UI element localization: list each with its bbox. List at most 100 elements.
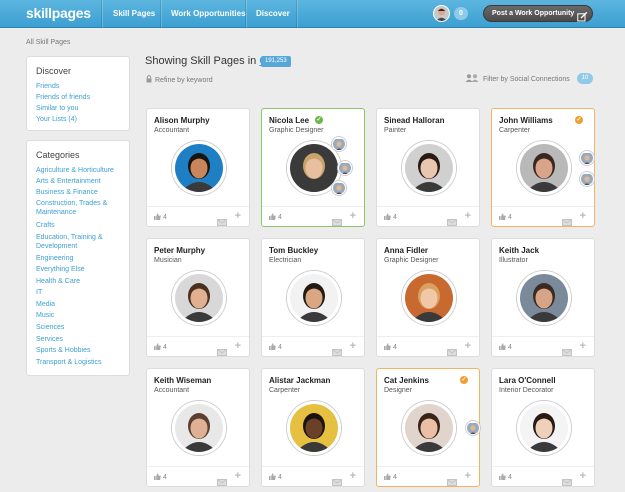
add-to-list-icon[interactable]: + [580,470,586,482]
message-envelope-icon[interactable] [217,213,227,231]
message-envelope-icon[interactable] [562,213,572,231]
profile-photo[interactable] [172,401,226,455]
category-link[interactable]: Health & Care [36,277,80,286]
category-link[interactable]: IT [36,288,42,297]
profile-photo[interactable] [287,401,341,455]
skillpages-logo[interactable]: skillpages [26,5,91,21]
category-link[interactable]: Media [36,300,55,309]
like-button[interactable]: 4 [499,473,512,482]
message-envelope-icon[interactable] [562,473,572,491]
like-button[interactable]: 4 [154,213,167,222]
card-name[interactable]: Keith Jack [499,246,539,255]
nav-discover[interactable]: Discover [256,9,290,18]
breadcrumb[interactable]: All Skill Pages [26,39,70,46]
profile-photo[interactable] [402,401,456,455]
category-link[interactable]: Education, Training & [36,233,103,242]
add-to-list-icon[interactable]: + [235,210,241,222]
category-link[interactable]: Everything Else [36,265,85,274]
like-button[interactable]: 4 [384,473,397,482]
message-envelope-icon[interactable] [447,213,457,231]
card-name[interactable]: John Williams [499,116,553,125]
card-name[interactable]: Alison Murphy [154,116,210,125]
profile-photo[interactable] [517,271,571,325]
notification-count-badge[interactable]: 0 [454,7,468,20]
like-button[interactable]: 4 [384,213,397,222]
category-link[interactable]: Transport & Logistics [36,358,102,367]
filter-social-connections[interactable]: Filter by Social Connections [465,74,570,84]
profile-photo[interactable] [287,271,341,325]
connection-avatar[interactable] [332,137,346,151]
add-to-list-icon[interactable]: + [580,340,586,352]
profile-photo[interactable] [517,141,571,195]
post-work-opportunity-button[interactable]: Post a Work Opportunity [483,5,593,22]
user-avatar[interactable] [433,5,450,22]
message-envelope-icon[interactable] [447,473,457,491]
nav-skill-pages[interactable]: Skill Pages [113,9,155,18]
message-envelope-icon[interactable] [217,473,227,491]
discover-link-similar[interactable]: Similar to you [36,104,78,113]
card-name[interactable]: Sinead Halloran [384,116,444,125]
add-to-list-icon[interactable]: + [465,340,471,352]
like-button[interactable]: 4 [154,343,167,352]
message-envelope-icon[interactable] [332,343,342,361]
category-link[interactable]: Development [36,242,77,251]
filter-count-badge[interactable]: 10 [577,73,593,84]
card-name[interactable]: Tom Buckley [269,246,318,255]
like-button[interactable]: 4 [269,473,282,482]
message-envelope-icon[interactable] [562,343,572,361]
card-name[interactable]: Peter Murphy [154,246,205,255]
message-envelope-icon[interactable] [447,343,457,361]
skill-page-card[interactable]: Anna Fidler Graphic Designer 4 + [376,238,480,357]
add-to-list-icon[interactable]: + [580,210,586,222]
discover-link-your-lists[interactable]: Your Lists (4) [36,115,77,124]
add-to-list-icon[interactable]: + [465,470,471,482]
nav-work-opportunities[interactable]: Work Opportunities [171,9,246,18]
profile-photo[interactable] [517,401,571,455]
category-link[interactable]: Services [36,335,63,344]
category-link[interactable]: Agriculture & Horticulture [36,166,114,175]
skill-page-card[interactable]: Keith Wiseman Accountant 4 + [146,368,250,487]
like-button[interactable]: 4 [499,343,512,352]
like-button[interactable]: 4 [269,213,282,222]
add-to-list-icon[interactable]: + [350,210,356,222]
skill-page-card[interactable]: Keith Jack Illustrator 4 + [491,238,595,357]
category-link[interactable]: Engineering [36,254,73,263]
like-button[interactable]: 4 [154,473,167,482]
skill-page-card[interactable]: Sinead Halloran Painter 4 + [376,108,480,227]
connection-avatar[interactable] [580,172,594,186]
skill-page-card[interactable]: Alistar Jackman Carpenter 4 + [261,368,365,487]
card-name[interactable]: Anna Fidler [384,246,428,255]
add-to-list-icon[interactable]: + [350,340,356,352]
category-link[interactable]: Arts & Entertainment [36,177,101,186]
message-envelope-icon[interactable] [217,343,227,361]
connection-avatar[interactable] [580,151,594,165]
add-to-list-icon[interactable]: + [235,470,241,482]
category-link[interactable]: Business & Finance [36,188,98,197]
connection-avatar[interactable] [338,161,352,175]
refine-by-keyword[interactable]: Refine by keyword [146,75,213,85]
skill-page-card[interactable]: Peter Murphy Musician 4 + [146,238,250,357]
skill-page-card[interactable]: Alison Murphy Accountant 4 + [146,108,250,227]
connection-avatar[interactable] [332,181,346,195]
category-link[interactable]: Maintenance [36,208,76,217]
message-envelope-icon[interactable] [332,473,342,491]
skill-page-card[interactable]: John Williams Carpenter ✓ 4 + [491,108,595,227]
message-envelope-icon[interactable] [332,213,342,231]
profile-photo[interactable] [172,141,226,195]
add-to-list-icon[interactable]: + [350,470,356,482]
skill-page-card[interactable]: Nicola Lee Graphic Designer ✓ 4 + [261,108,365,227]
card-name[interactable]: Cat Jenkins [384,376,429,385]
skill-page-card[interactable]: Tom Buckley Electrician 4 + [261,238,365,357]
skill-page-card[interactable]: Lara O'Connell Interior Decorator 4 + [491,368,595,487]
skill-page-card[interactable]: Cat Jenkins Designer ✓ 4 + [376,368,480,487]
like-button[interactable]: 4 [384,343,397,352]
like-button[interactable]: 4 [269,343,282,352]
add-to-list-icon[interactable]: + [235,340,241,352]
profile-photo[interactable] [172,271,226,325]
add-to-list-icon[interactable]: + [465,210,471,222]
category-link[interactable]: Crafts [36,221,55,230]
card-name[interactable]: Keith Wiseman [154,376,211,385]
category-link[interactable]: Construction, Trades & [36,199,107,208]
category-link[interactable]: Music [36,311,54,320]
profile-photo[interactable] [402,271,456,325]
